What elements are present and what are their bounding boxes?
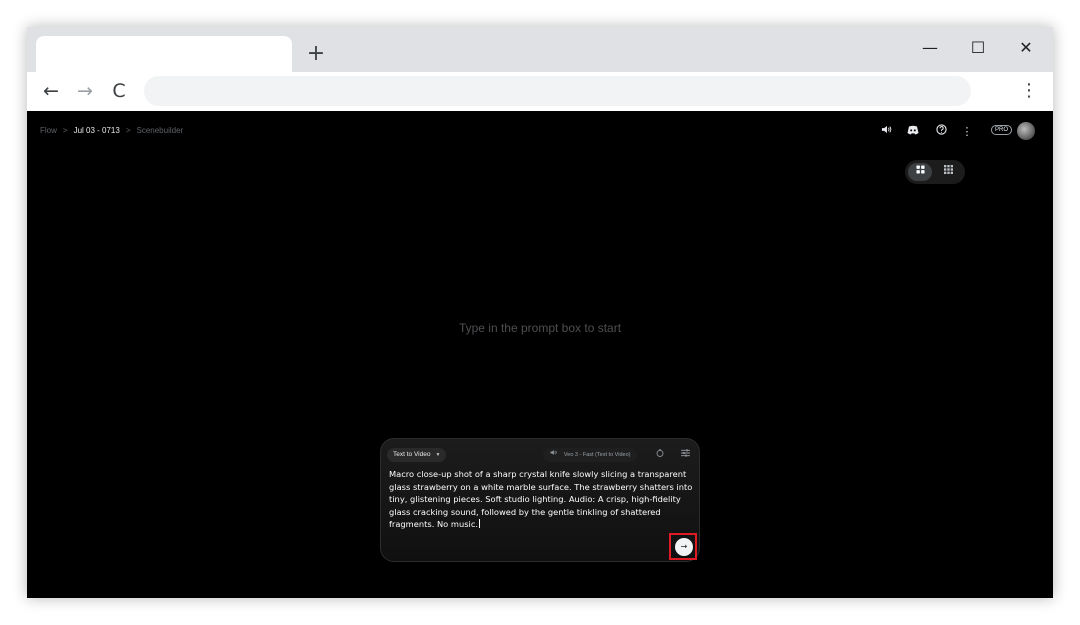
more-vert-icon[interactable]: ⋮ (958, 121, 976, 143)
browser-menu-button[interactable]: ⋮ (1017, 78, 1041, 104)
chevron-down-icon: ▼ (435, 452, 441, 458)
discord-icon[interactable] (904, 121, 922, 143)
help-icon[interactable] (932, 121, 950, 143)
flow-app: Flow > Jul 03 - 0713 > Scenebuilder ⋮ PRO (27, 111, 1053, 598)
model-label: Veo 3 - Fast (Text to Video) (563, 452, 631, 458)
close-window-button[interactable]: ✕ (1003, 33, 1049, 63)
empty-state-message: Type in the prompt box to start (458, 321, 622, 335)
reload-button[interactable]: C (106, 78, 132, 104)
timer-icon[interactable] (653, 448, 667, 462)
tab-strip: + — ☐ ✕ (27, 27, 1053, 72)
browser-toolbar: ← → C ⋮ (27, 72, 1053, 111)
sound-icon[interactable] (877, 121, 895, 143)
view-toggle (905, 160, 965, 184)
mode-label: Text to Video (393, 451, 431, 458)
breadcrumb-project[interactable]: Jul 03 - 0713 (74, 126, 120, 135)
send-button-highlight: → (669, 533, 697, 560)
audio-icon (550, 450, 559, 458)
breadcrumb-flow[interactable]: Flow (40, 126, 57, 135)
forward-button[interactable]: → (72, 78, 98, 104)
mode-dropdown[interactable]: Text to Video ▼ (387, 448, 447, 462)
browser-window: + — ☐ ✕ ← → C ⋮ Flow > Jul 03 - 0713 > Scene… (27, 27, 1053, 598)
minimize-button[interactable]: — (907, 33, 953, 63)
text-cursor (479, 519, 481, 529)
back-button[interactable]: ← (38, 78, 64, 104)
browser-tab[interactable] (36, 36, 292, 72)
breadcrumb: Flow > Jul 03 - 0713 > Scenebuilder (40, 126, 183, 135)
send-button[interactable]: → (675, 538, 693, 556)
model-selector[interactable]: Veo 3 - Fast (Text to Video) (543, 448, 638, 462)
breadcrumb-separator: > (62, 126, 68, 135)
maximize-button[interactable]: ☐ (955, 33, 1001, 63)
breadcrumb-scenebuilder: Scenebuilder (136, 126, 184, 135)
prompt-box: Text to Video ▼ Veo 3 - Fast (Text to Vid… (380, 438, 700, 562)
grid-small-icon[interactable] (936, 163, 960, 181)
avatar[interactable] (1017, 122, 1035, 140)
new-tab-button[interactable]: + (303, 41, 329, 67)
address-bar[interactable] (144, 76, 971, 106)
settings-sliders-icon[interactable] (678, 448, 692, 462)
plan-badge: PRO (991, 125, 1013, 135)
grid-large-icon[interactable] (908, 163, 932, 181)
breadcrumb-separator: > (125, 126, 131, 135)
prompt-input[interactable]: Macro close-up shot of a sharp crystal k… (389, 468, 694, 531)
prompt-text: Macro close-up shot of a sharp crystal k… (389, 469, 693, 530)
